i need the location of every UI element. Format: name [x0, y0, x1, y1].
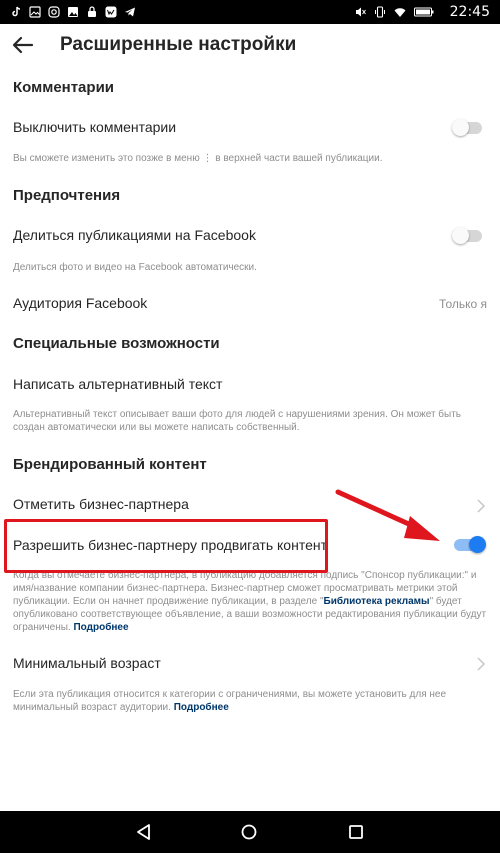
- disable-comments-label[interactable]: Выключить комментарии: [13, 119, 176, 135]
- alt-text-label[interactable]: Написать альтернативный текст: [13, 376, 222, 392]
- tiktok-icon: [10, 6, 22, 18]
- mute-icon: [354, 6, 366, 18]
- section-title-comments: Комментарии: [13, 79, 115, 96]
- highlight-box: [4, 519, 328, 573]
- learn-more-link[interactable]: Подробнее: [73, 622, 128, 633]
- annotation-arrow: [335, 489, 440, 541]
- minimum-age-description: Если эта публикация относится к категори…: [13, 688, 491, 714]
- page-title: Расширенные настройки: [60, 34, 297, 55]
- app-header: Расширенные настройки: [0, 24, 500, 66]
- section-title-branded: Брендированный контент: [13, 456, 207, 473]
- minimum-age-description-text: Если эта публикация относится к категори…: [13, 689, 447, 713]
- section-title-preferences: Предпочтения: [13, 187, 121, 204]
- system-icons: 22:45: [354, 0, 490, 24]
- tag-business-partner-label[interactable]: Отметить бизнес-партнера: [13, 496, 189, 512]
- chevron-right-icon[interactable]: [476, 657, 486, 671]
- minimum-age-label[interactable]: Минимальный возраст: [13, 655, 161, 671]
- vk-icon: [105, 6, 117, 18]
- back-arrow-icon[interactable]: [10, 32, 36, 58]
- telegram-icon: [124, 6, 136, 18]
- disable-comments-toggle[interactable]: [452, 119, 484, 136]
- notification-icons: [0, 6, 136, 18]
- ad-library-link[interactable]: Библиотека рекламы: [324, 596, 430, 607]
- section-title-accessibility: Специальные возможности: [13, 335, 220, 352]
- allow-partner-promote-toggle[interactable]: [454, 536, 486, 553]
- home-nav-icon[interactable]: [240, 823, 258, 841]
- status-bar: 22:45: [0, 0, 500, 24]
- learn-more-link[interactable]: Подробнее: [174, 702, 229, 713]
- image-icon: [67, 6, 79, 18]
- gallery-icon: [29, 6, 41, 18]
- share-facebook-label[interactable]: Делиться публикациями на Facebook: [13, 227, 256, 243]
- lock-icon: [86, 6, 98, 18]
- alt-text-description: Альтернативный текст описывает ваши фото…: [13, 409, 462, 433]
- branded-description: Когда вы отмечаете бизнес-партнера, в пу…: [13, 569, 493, 634]
- share-facebook-toggle[interactable]: [452, 227, 484, 244]
- chevron-right-icon[interactable]: [476, 499, 486, 513]
- recents-nav-icon[interactable]: [347, 823, 365, 841]
- share-facebook-description: Делиться фото и видео на Facebook автома…: [13, 262, 257, 273]
- wifi-icon: [394, 6, 406, 18]
- instagram-icon: [48, 6, 60, 18]
- clock: 22:45: [449, 4, 490, 20]
- back-nav-icon[interactable]: [135, 823, 153, 841]
- facebook-audience-value[interactable]: Только я: [439, 297, 487, 311]
- system-navigation-bar: [0, 811, 500, 853]
- facebook-audience-label[interactable]: Аудитория Facebook: [13, 295, 147, 311]
- vibrate-icon: [374, 6, 386, 18]
- battery-icon: [413, 6, 434, 18]
- comments-description: Вы сможете изменить это позже в меню ⋮ в…: [13, 153, 383, 164]
